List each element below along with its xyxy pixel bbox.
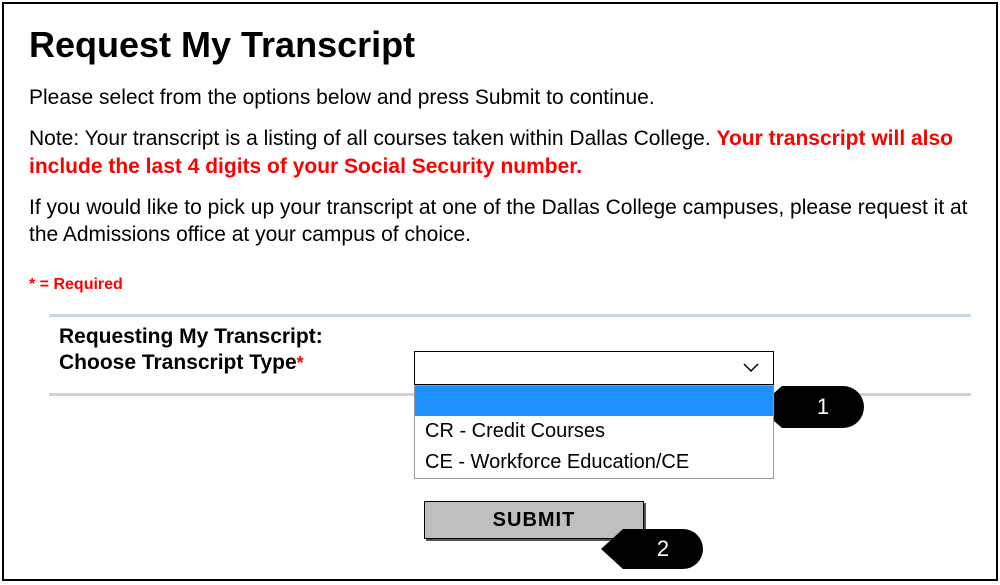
transcript-type-label: Choose Transcript Type* <box>59 351 414 375</box>
callout-marker-1: 1 <box>782 386 864 428</box>
dropdown-list: CR - Credit Courses CE - Workforce Educa… <box>414 385 774 479</box>
callout-marker-2: 2 <box>623 529 703 569</box>
dropdown-option-cr[interactable]: CR - Credit Courses <box>415 416 773 447</box>
transcript-type-dropdown[interactable]: CR - Credit Courses CE - Workforce Educa… <box>414 351 774 385</box>
note-prefix: Note: Your transcript is a listing of al… <box>29 127 717 150</box>
dropdown-option-blank[interactable] <box>415 386 773 416</box>
chevron-down-icon <box>743 363 759 373</box>
page-title: Request My Transcript <box>29 24 971 66</box>
intro-text: Please select from the options below and… <box>29 84 971 111</box>
form-section-label: Requesting My Transcript: <box>49 317 971 351</box>
dropdown-select[interactable] <box>414 351 774 385</box>
required-star: * <box>297 353 304 373</box>
note-text: Note: Your transcript is a listing of al… <box>29 125 971 180</box>
pickup-text: If you would like to pick up your transc… <box>29 194 971 249</box>
required-legend: * = Required <box>29 276 971 294</box>
dropdown-option-ce[interactable]: CE - Workforce Education/CE <box>415 447 773 478</box>
page-container: Request My Transcript Please select from… <box>2 2 998 581</box>
